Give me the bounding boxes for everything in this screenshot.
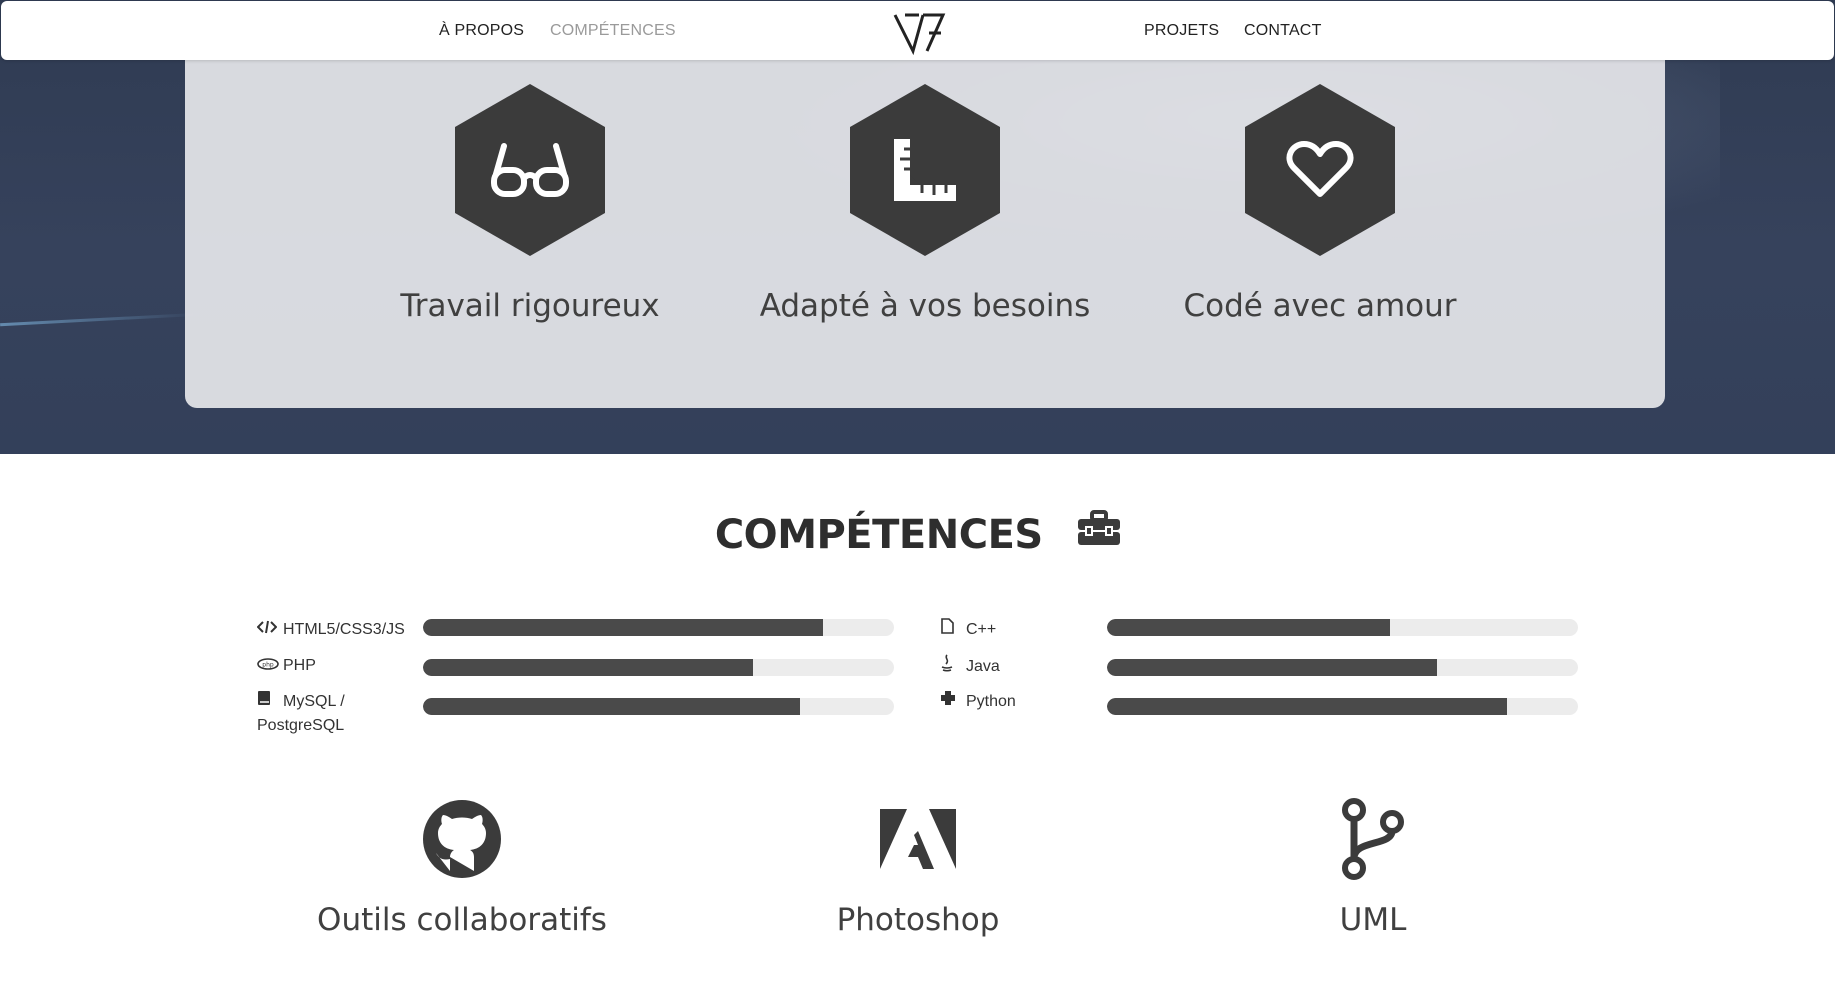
feature-title: Adapté à vos besoins — [759, 288, 1091, 324]
feature-title: Travail rigoureux — [400, 288, 660, 324]
skill-bar-fill — [1107, 619, 1390, 636]
feature-card: Adapté à vos besoins — [745, 84, 1105, 324]
logo-icon[interactable] — [891, 7, 947, 55]
php-icon: php — [257, 654, 279, 678]
feature-card: Codé avec amour — [1140, 84, 1500, 324]
navbar: À PROPOS COMPÉTENCES PROJETS CONTACT — [1, 1, 1834, 60]
skill-label: Python — [940, 690, 1016, 714]
nav-link-projets[interactable]: PROJETS — [1144, 22, 1219, 40]
skill-bar-fill — [423, 698, 800, 715]
tool-name: UML — [1339, 902, 1407, 938]
skill-label: Java — [940, 654, 1000, 680]
code-icon — [256, 618, 278, 642]
hero-light-streak — [0, 312, 200, 327]
skills-section-title: COMPÉTENCES — [0, 510, 1835, 560]
python-icon — [940, 690, 960, 714]
toolbox-icon — [1078, 510, 1121, 556]
nav-link-contact[interactable]: CONTACT — [1244, 22, 1322, 40]
feature-card: Travail rigoureux — [350, 84, 710, 324]
branch-icon — [1342, 798, 1404, 880]
skill-bar — [1107, 659, 1578, 676]
skill-label: php PHP — [257, 654, 316, 678]
skill-bar — [423, 698, 894, 715]
tool-name: Photoshop — [836, 902, 1000, 938]
ruler-square-icon — [894, 139, 956, 201]
skill-bar-fill — [423, 659, 753, 676]
tool-card: UML — [1193, 798, 1553, 938]
file-icon — [940, 618, 960, 642]
tool-card: Outils collaboratifs — [282, 798, 642, 938]
feature-title: Codé avec amour — [1183, 288, 1457, 324]
nav-link-competences[interactable]: COMPÉTENCES — [550, 22, 676, 40]
heart-icon — [1286, 141, 1354, 197]
adobe-icon — [880, 809, 956, 869]
hexagon-badge — [850, 84, 1000, 256]
skill-bar — [423, 619, 894, 636]
java-icon — [940, 654, 960, 680]
skill-label: C++ — [940, 618, 996, 642]
tool-name: Outils collaboratifs — [317, 902, 607, 938]
github-icon — [423, 800, 501, 878]
hexagon-badge — [1245, 84, 1395, 256]
skill-label: HTML5/CSS3/JS — [256, 618, 405, 642]
skill-bar-fill — [1107, 659, 1437, 676]
skill-bar — [423, 659, 894, 676]
skill-bar — [1107, 698, 1578, 715]
skill-bar-fill — [423, 619, 824, 636]
svg-text:php: php — [262, 662, 274, 669]
book-icon — [257, 690, 277, 714]
skill-bar — [1107, 619, 1578, 636]
features-panel: Travail rigoureux Adapté à vos besoins C… — [185, 50, 1665, 408]
skill-bar-fill — [1107, 698, 1508, 715]
glasses-icon — [491, 143, 569, 197]
skill-label: MySQL / PostgreSQL — [257, 690, 377, 738]
nav-link-a-propos[interactable]: À PROPOS — [439, 22, 524, 40]
hexagon-badge — [455, 84, 605, 256]
tool-card: Photoshop — [738, 798, 1098, 938]
